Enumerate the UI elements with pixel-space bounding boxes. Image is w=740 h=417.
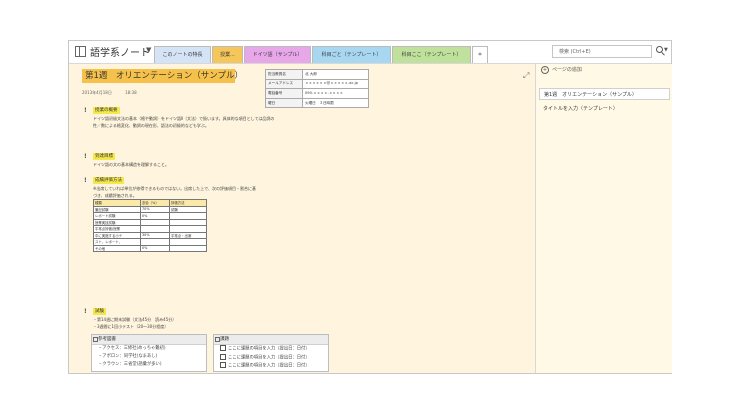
todo-checkbox[interactable] xyxy=(220,353,226,360)
tab-class[interactable]: 授業... xyxy=(212,46,243,63)
page-canvas[interactable]: ⤢ 第1週 オリエンテーション（サンプル） 2013年4月18日 18:38 担… xyxy=(69,64,535,373)
section-body[interactable]: ドイツ語初級文法の基本（格や動詞）をドイツ語Ⅱ（文法）で扱います。具体的な項目と… xyxy=(93,115,274,129)
table-row: 電話番号 090-ｘｘｘｘ-ｘｘｘｘ xyxy=(265,88,369,99)
section-body[interactable]: ・第14週に期末試験（文法45分 読み45分） ・3週間に1回小テスト（20～3… xyxy=(93,316,176,330)
page-list-panel: + ページの追加 第1週 オリエンテーション（サンプル） タイトルを入力（テンプレ… xyxy=(535,64,672,373)
todo-checkbox[interactable] xyxy=(220,345,226,351)
info-key: メールアドレス xyxy=(265,78,303,90)
todo-item[interactable]: ここに課題の項目を入力（提出日：日付） xyxy=(214,362,328,371)
todo-text: ここに課題の項目を入力（提出日：日付） xyxy=(228,355,310,360)
important-tag-icon: ! xyxy=(84,308,87,315)
grading-table: 種類 割合（%） 評価方法 筆記試験 70% 試験 レポート試験 0% 授業実技試験 … xyxy=(93,199,207,252)
info-key: 担当教員名 xyxy=(265,69,303,80)
expand-icon[interactable]: ⤢ xyxy=(523,71,529,81)
table-cell[interactable]: 0% xyxy=(140,244,170,252)
onenote-window: 語学系ノート ▼ このノートの特長 授業... ドイツ語（サンプル） 科目ごと（… xyxy=(68,40,672,374)
table-row: メールアドレス ｘｘｘｘｘｘ@ｘｘｘｘｘ.ac.jp xyxy=(265,78,369,90)
text-line: ・第14週に期末試験（文法45分 読み45分） xyxy=(93,317,177,322)
reference-books-box[interactable]: 参考図書 ・アクセス：三修社(めっちゃ難初) ・アポロン：同学社(なまあし) ・… xyxy=(91,334,207,372)
table-cell[interactable] xyxy=(169,244,207,252)
text-line: づき、成績評価される。 xyxy=(93,193,137,198)
tab-german-sample[interactable]: ドイツ語（サンプル） xyxy=(244,46,311,63)
text-line: 性／数による格変化、動詞の現在形、語法の初級的なども学ぶ。 xyxy=(93,123,209,128)
section-label[interactable]: 試験 xyxy=(93,308,106,315)
list-item[interactable]: ・アクセス：三修社(めっちゃ難初) xyxy=(92,345,206,353)
table-row: その他 0% xyxy=(93,244,207,252)
table-row: 担当教員名北 大郎 xyxy=(265,69,369,80)
notebook-top-bar: 語学系ノート ▼ このノートの特長 授業... ドイツ語（サンプル） 科目ごと（… xyxy=(69,41,671,64)
search-icon[interactable] xyxy=(656,46,663,53)
section-label[interactable]: 到達目標 xyxy=(93,153,115,160)
notebook-title[interactable]: 語学系ノート xyxy=(90,44,150,59)
section-body[interactable]: ※出席していれば単位が修得できるものではない。出席した上で、次の評価項目・割合に… xyxy=(93,185,256,199)
box-title: 参考図書 xyxy=(98,337,116,342)
todo-text: ここに課題の項目を入力（提出日：日付） xyxy=(228,346,310,352)
tab-features[interactable]: このノートの特長 xyxy=(154,46,211,63)
tab-label: ドイツ語（サンプル） xyxy=(252,52,303,58)
list-item[interactable]: ・アポロン：同学社(なまあし) xyxy=(92,353,206,361)
section-label[interactable]: 成績評価方法 xyxy=(93,177,124,184)
todo-text: ここに課題の項目を入力（提出日：日付） xyxy=(228,363,310,369)
page-title[interactable]: 第1週 オリエンテーション（サンプル） xyxy=(82,69,243,83)
box-header: 課題 xyxy=(214,335,328,345)
important-tag-icon: ! xyxy=(84,107,87,114)
page-time: 18:38 xyxy=(125,90,137,95)
chevron-down-icon[interactable]: ▼ xyxy=(146,46,151,54)
info-value[interactable]: ｘｘｘｘｘｘ@ｘｘｘｘｘ.ac.jp xyxy=(302,78,369,90)
info-key: 曜日 xyxy=(265,97,303,109)
page-list-item[interactable]: タイトルを入力（テンプレート） xyxy=(539,103,670,115)
todo-checkbox[interactable] xyxy=(220,362,226,368)
tab-label: ＊ xyxy=(477,52,483,58)
tab-label: このノートの特長 xyxy=(162,52,203,58)
important-tag-icon: ! xyxy=(84,177,87,184)
checkbox-icon xyxy=(93,337,98,342)
table-cell[interactable]: その他 xyxy=(93,244,141,252)
box-title: 課題 xyxy=(220,337,229,342)
todo-item[interactable]: ここに課題の項目を入力（提出日：日付） xyxy=(214,353,328,363)
add-icon: + xyxy=(541,65,549,74)
assignments-box[interactable]: 課題 ここに課題の項目を入力（提出日：日付） ここに課題の項目を入力（提出日：日… xyxy=(213,334,329,372)
tab-subject-template-1[interactable]: 科目ごと（テンプレート） xyxy=(312,46,391,63)
text-line: ドイツ語初級文法の基本（格や動詞）をドイツ語Ⅱ（文法）で扱います。具体的な項目と… xyxy=(93,116,275,121)
info-key: 電話番号 xyxy=(265,88,303,99)
tab-label: 授業... xyxy=(220,52,235,58)
add-section-tab[interactable]: ＊ xyxy=(472,46,488,63)
page-list-item-selected[interactable]: 第1週 オリエンテーション（サンプル） xyxy=(539,88,670,100)
box-header: 参考図書 xyxy=(92,335,206,345)
text-line: ・3週間に1回小テスト（20～30分程度） xyxy=(93,324,169,329)
add-page-button[interactable]: + ページの追加 xyxy=(536,64,672,76)
info-value[interactable]: 090-ｘｘｘｘ-ｘｘｘｘ xyxy=(302,88,369,99)
tab-subject-template-2[interactable]: 科目ここ（テンプレート） xyxy=(392,46,471,63)
tab-label: 科目ここ（テンプレート） xyxy=(401,52,462,58)
info-value[interactable]: 北 大郎 xyxy=(302,69,369,80)
list-item[interactable]: ・クラウン：三省堂(語彙が多い) xyxy=(92,361,206,369)
info-value[interactable]: 火曜日 ３日時限 xyxy=(302,97,369,109)
notebook-icon xyxy=(75,46,86,57)
important-tag-icon: ! xyxy=(84,153,87,160)
todo-item[interactable]: ここに課題の項目を入力（提出日：日付） xyxy=(214,345,328,354)
instructor-info-table: 担当教員名北 大郎 メールアドレス ｘｘｘｘｘｘ@ｘｘｘｘｘ.ac.jp 電話番号… xyxy=(265,69,369,109)
section-body[interactable]: ドイツ語の文の基本構造を理解すること。 xyxy=(93,161,169,168)
section-label[interactable]: 授業の概要 xyxy=(93,107,120,114)
checkbox-icon xyxy=(215,337,220,342)
page-date-line: 2013年4月18日 18:38 xyxy=(82,90,149,96)
search-input[interactable]: 検索 (Ctrl+E) xyxy=(552,45,652,58)
page-date: 2013年4月18日 xyxy=(82,90,112,95)
search-dropdown-icon[interactable]: ▼ xyxy=(664,47,668,53)
add-page-label: ページの追加 xyxy=(552,67,582,73)
text-line: ドイツ語の文の基本構造を理解すること。 xyxy=(93,162,169,167)
text-line: ※出席していれば単位が修得できるものではない。出席した上で、次の評価項目・割合に… xyxy=(93,186,256,191)
table-row: 曜日 火曜日 ３日時限 xyxy=(265,97,369,109)
tab-label: 科目ごと（テンプレート） xyxy=(321,52,382,58)
